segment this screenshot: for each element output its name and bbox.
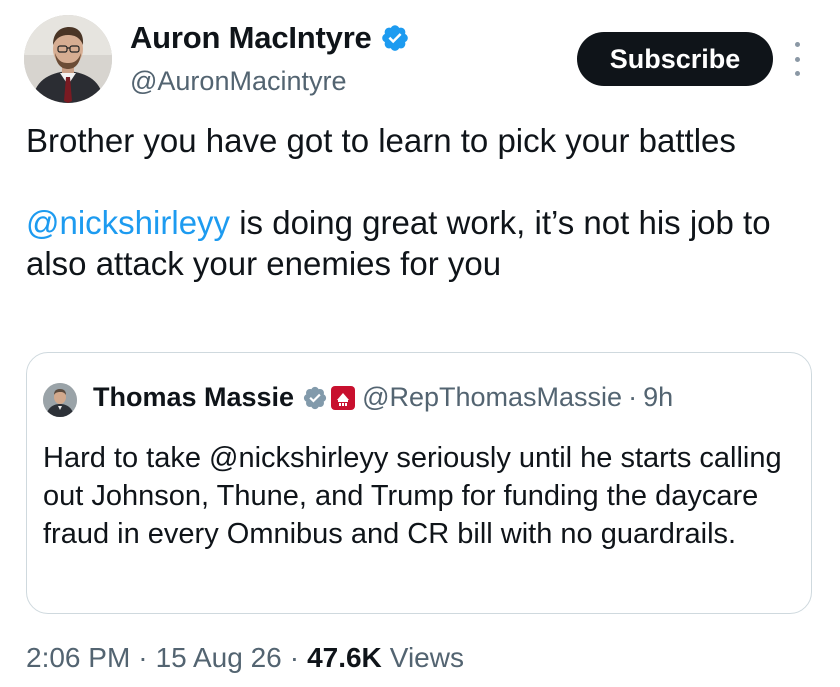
meta-separator: · [138, 642, 148, 673]
tweet-card: Auron MacIntyre @AuronMacintyre Subscrib… [0, 0, 840, 687]
mention-link[interactable]: @nickshirleyy [26, 204, 230, 241]
affiliation-seal-icon [331, 385, 356, 410]
quote-avatar[interactable] [43, 383, 77, 417]
quote-text: Hard to take @nickshirleyy seriously unt… [43, 442, 782, 550]
tweet-line-2: @nickshirleyy is doing great work, it’s … [26, 202, 806, 284]
verified-badge-icon [381, 25, 408, 51]
quote-author-handle[interactable]: @RepThomasMassie [362, 382, 622, 413]
views-label: Views [389, 642, 464, 673]
post-date[interactable]: 15 Aug 26 [156, 642, 282, 674]
author-handle[interactable]: @AuronMacintyre [130, 66, 347, 97]
meta-separator: · [289, 642, 300, 673]
quote-separator: · [628, 382, 638, 412]
tweet-line-1: Brother you have got to learn to pick yo… [26, 122, 736, 159]
author-name-row[interactable]: Auron MacIntyre [130, 20, 410, 56]
quote-author-name[interactable]: Thomas Massie [93, 382, 294, 413]
more-dot [794, 42, 800, 47]
subscribe-button[interactable]: Subscribe [577, 32, 773, 86]
quoted-tweet[interactable]: Thomas Massie @RepThomasMassie · 9h Hard… [26, 352, 812, 614]
tweet-text: Brother you have got to learn to pick yo… [26, 120, 806, 284]
author-name[interactable]: Auron MacIntyre [130, 20, 372, 56]
quote-timestamp[interactable]: 9h [643, 382, 673, 413]
government-badge-icon [303, 386, 327, 409]
tweet-metadata: 2:06 PM · 15 Aug 26 · 47.6K Views [26, 642, 464, 674]
views-count: 47.6K [307, 642, 382, 673]
more-vertical-icon[interactable] [790, 42, 804, 76]
post-time[interactable]: 2:06 PM [26, 642, 130, 674]
more-dot [794, 56, 800, 62]
quote-header: Thomas Massie @RepThomasMassie · 9h [93, 382, 673, 413]
author-avatar[interactable] [24, 15, 112, 103]
more-dot [794, 71, 800, 76]
